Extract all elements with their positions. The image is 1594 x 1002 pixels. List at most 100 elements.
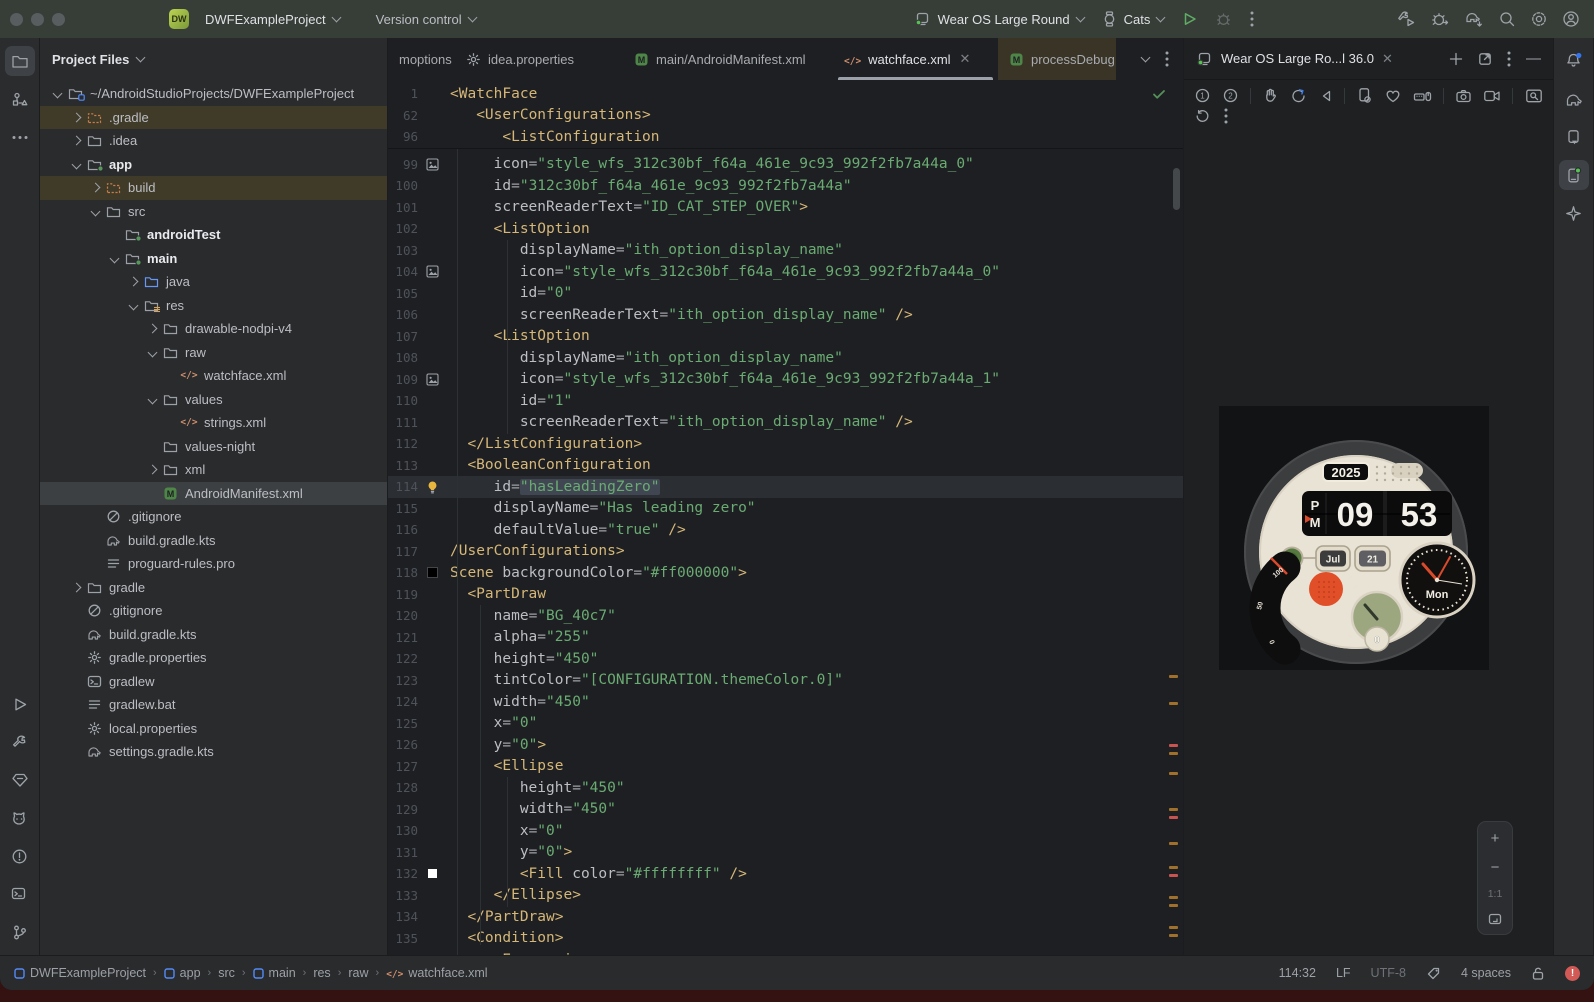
- analysis-mark[interactable]: [1169, 896, 1178, 899]
- code-line[interactable]: 134 </PartDraw>: [388, 906, 1183, 928]
- version-control-icon[interactable]: [5, 917, 35, 947]
- sticky-line[interactable]: 96 <ListConfiguration: [388, 126, 1183, 148]
- back-icon[interactable]: [1319, 88, 1333, 104]
- breadcrumb-item[interactable]: main: [252, 966, 296, 980]
- more-icon[interactable]: [1224, 108, 1228, 124]
- analysis-mark[interactable]: [1169, 904, 1178, 907]
- running-devices-icon[interactable]: [1558, 160, 1589, 190]
- code-line[interactable]: 125 x="0": [388, 713, 1183, 735]
- project-view-header[interactable]: Project Files: [40, 38, 387, 80]
- code-line[interactable]: 121 alpha="255": [388, 627, 1183, 649]
- tree-item[interactable]: gradle: [40, 576, 387, 600]
- tree-item[interactable]: .gitignore: [40, 505, 387, 529]
- tree-item[interactable]: raw: [40, 341, 387, 365]
- tree-item[interactable]: local.properties: [40, 717, 387, 741]
- zoom-fit-icon[interactable]: [1488, 912, 1502, 926]
- tree-item[interactable]: build.gradle.kts: [40, 529, 387, 553]
- structure-icon[interactable]: [5, 84, 35, 114]
- analysis-mark[interactable]: [1169, 816, 1178, 819]
- unlock-icon[interactable]: [1531, 966, 1545, 981]
- more-actions-icon[interactable]: [1241, 6, 1263, 32]
- history-icon[interactable]: [1194, 108, 1210, 124]
- attach-debugger-icon[interactable]: [1431, 10, 1450, 28]
- tree-item[interactable]: .gitignore: [40, 599, 387, 623]
- code-line[interactable]: 115 displayName="Has leading zero": [388, 498, 1183, 520]
- code-line[interactable]: 118 Scene backgroundColor="#ff000000">: [388, 562, 1183, 584]
- chevron-right-icon[interactable]: [90, 182, 101, 193]
- tree-item[interactable]: proguard-rules.pro: [40, 552, 387, 576]
- debug-button[interactable]: [1206, 6, 1241, 32]
- phone-settings-icon[interactable]: [1356, 87, 1373, 104]
- screen-search-icon[interactable]: [1525, 88, 1543, 104]
- keyboard-mouse-icon[interactable]: [1413, 88, 1432, 104]
- analysis-mark[interactable]: [1169, 874, 1178, 877]
- error-indicator[interactable]: !: [1565, 965, 1580, 981]
- tree-item[interactable]: gradlew: [40, 670, 387, 694]
- tab-processDebug[interactable]: MprocessDebug: [998, 38, 1116, 80]
- tree-item[interactable]: .gradle: [40, 105, 387, 129]
- add-device-icon[interactable]: [1449, 52, 1463, 66]
- analysis-mark[interactable]: [1169, 808, 1178, 811]
- camera-icon[interactable]: [1455, 88, 1472, 104]
- run-icon[interactable]: [5, 689, 35, 719]
- tree-item[interactable]: values-night: [40, 435, 387, 459]
- code-line[interactable]: 112 </ListConfiguration>: [388, 433, 1183, 455]
- chevron-down-icon[interactable]: [90, 206, 101, 217]
- analysis-mark[interactable]: [1169, 866, 1178, 869]
- tree-item[interactable]: app: [40, 153, 387, 177]
- code-line[interactable]: 136 <Expressions>: [388, 949, 1183, 955]
- run-config-selector[interactable]: Cats: [1093, 6, 1174, 32]
- health-icon[interactable]: [1384, 88, 1402, 104]
- tab-moptions[interactable]: moptions: [388, 38, 455, 80]
- chevron-down-icon[interactable]: [147, 394, 158, 405]
- code-line[interactable]: 99 icon="style_wfs_312c30bf_f64a_461e_9c9…: [388, 154, 1183, 176]
- button-2-icon[interactable]: 2: [1222, 87, 1239, 104]
- settings-icon[interactable]: [1530, 10, 1548, 28]
- chevron-right-icon[interactable]: [147, 323, 158, 334]
- code-line[interactable]: 102 <ListOption: [388, 218, 1183, 240]
- hide-panel-icon[interactable]: —: [1526, 50, 1541, 67]
- analysis-mark[interactable]: [1169, 702, 1178, 705]
- editor-scrollbar[interactable]: [1173, 168, 1180, 210]
- build-run-icon[interactable]: [1397, 10, 1417, 28]
- code-line[interactable]: 135 <Condition>: [388, 928, 1183, 950]
- tree-item[interactable]: java: [40, 270, 387, 294]
- logcat-icon[interactable]: [5, 803, 35, 833]
- run-button[interactable]: [1173, 6, 1206, 32]
- more-options-icon[interactable]: [1507, 51, 1511, 67]
- window-zoom-icon[interactable]: [52, 12, 65, 26]
- code-line[interactable]: 114 id="hasLeadingZero": [388, 476, 1183, 498]
- chevron-right-icon[interactable]: [147, 464, 158, 475]
- analysis-mark[interactable]: [1169, 744, 1178, 747]
- open-in-window-icon[interactable]: [1478, 52, 1492, 66]
- gradle-sync-icon[interactable]: [1464, 10, 1484, 28]
- tree-item[interactable]: values: [40, 388, 387, 412]
- video-icon[interactable]: [1483, 89, 1501, 103]
- zoom-actual-button[interactable]: 1:1: [1488, 888, 1503, 900]
- zoom-in-button[interactable]: +: [1491, 830, 1500, 847]
- analysis-mark[interactable]: [1169, 675, 1178, 678]
- chevron-right-icon[interactable]: [128, 276, 139, 287]
- tab-main/AndroidManifest.xml[interactable]: Mmain/AndroidManifest.xml: [623, 38, 833, 80]
- more-icon[interactable]: [5, 122, 35, 152]
- code-line[interactable]: 127 <Ellipse: [388, 756, 1183, 778]
- tree-item[interactable]: androidTest: [40, 223, 387, 247]
- chevron-right-icon[interactable]: [71, 135, 82, 146]
- terminal-icon[interactable]: [5, 879, 35, 909]
- emulator-screen[interactable]: 2025 P M 09 53 Jul 21 Mon 100 50 0 0: [1219, 406, 1489, 670]
- more-options-icon[interactable]: [1165, 51, 1169, 67]
- breadcrumb-item[interactable]: DWFExampleProject: [14, 966, 146, 980]
- zoom-out-button[interactable]: −: [1491, 859, 1500, 876]
- notifications-icon[interactable]: [1559, 46, 1589, 76]
- tree-item[interactable]: </> watchface.xml: [40, 364, 387, 388]
- chevron-right-icon[interactable]: [71, 582, 82, 593]
- caret-position[interactable]: 114:32: [1279, 966, 1316, 980]
- gemini-icon[interactable]: [1559, 198, 1589, 228]
- analysis-mark[interactable]: [1169, 842, 1178, 845]
- problems-icon[interactable]: [5, 841, 35, 871]
- code-area[interactable]: 99 icon="style_wfs_312c30bf_f64a_461e_9c9…: [388, 148, 1183, 955]
- chevron-down-icon[interactable]: [71, 159, 82, 170]
- account-icon[interactable]: [1562, 10, 1580, 28]
- tree-item[interactable]: drawable-nodpi-v4: [40, 317, 387, 341]
- palm-icon[interactable]: [1262, 87, 1279, 104]
